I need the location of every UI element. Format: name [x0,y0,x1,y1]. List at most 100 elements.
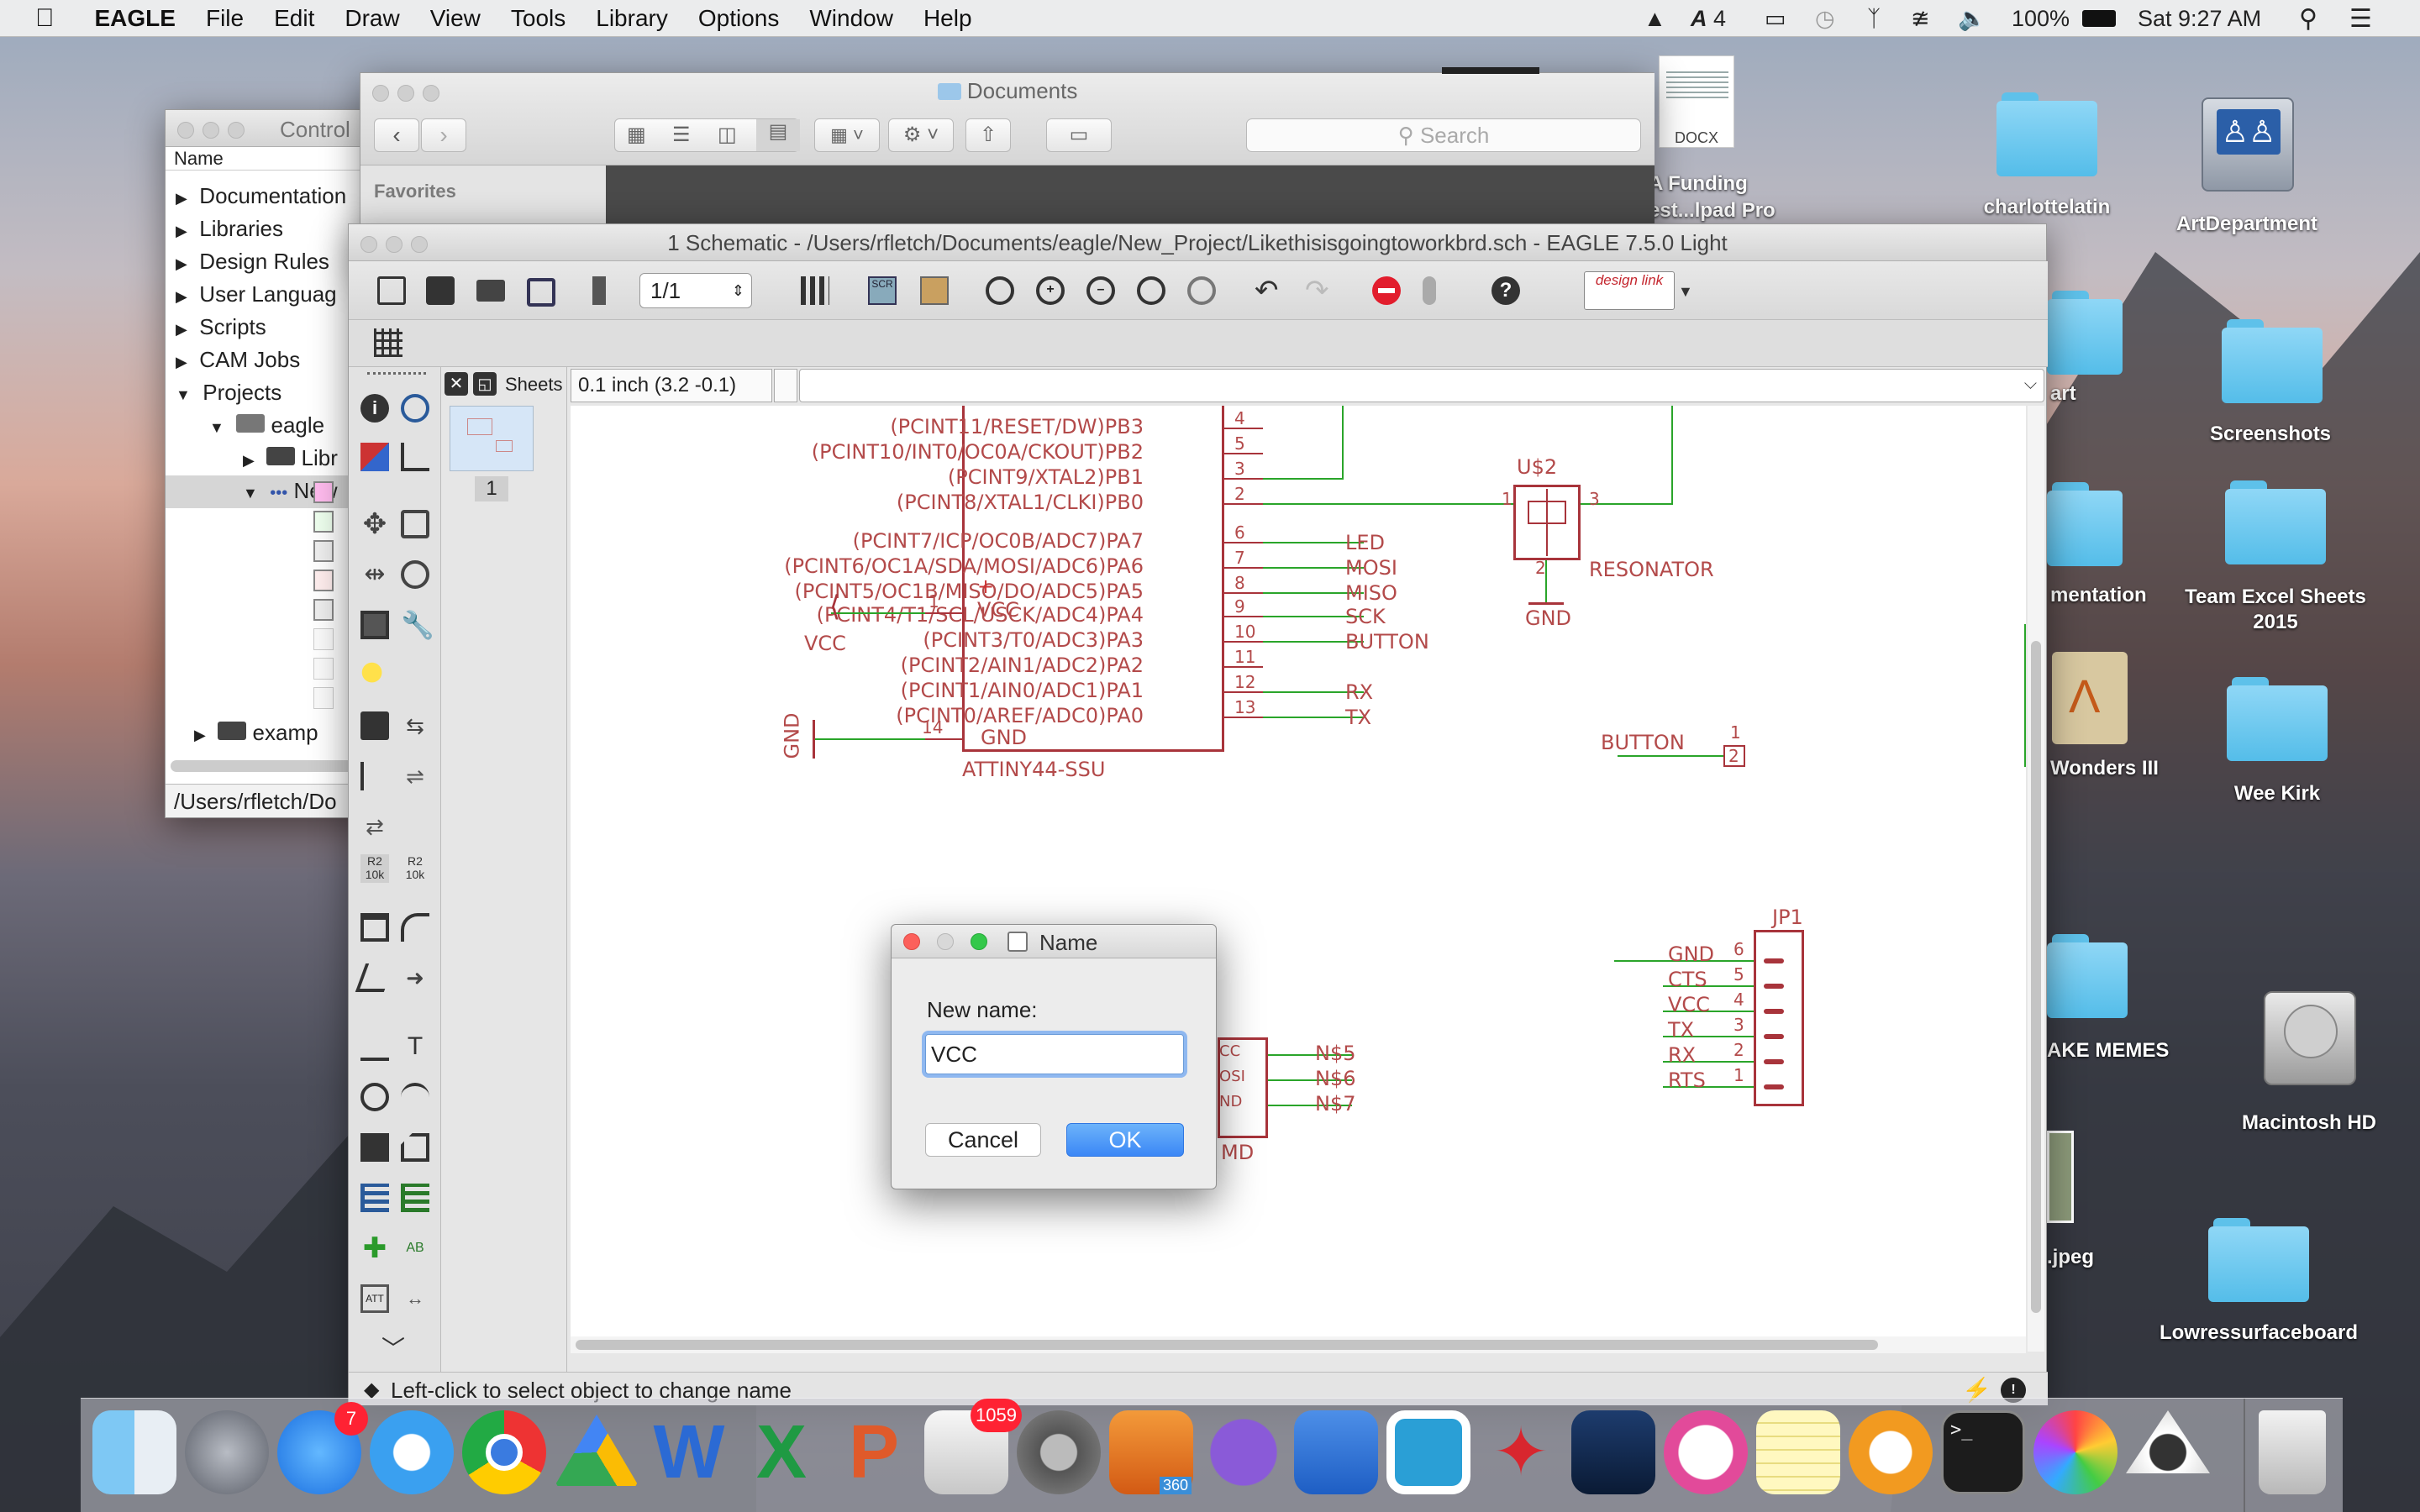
new-name-input[interactable]: VCC [925,1034,1184,1074]
net-label-n6[interactable]: N$6 [1315,1068,1356,1089]
vertical-scroll-thumb[interactable] [2031,641,2041,1313]
google-drive-icon[interactable] [555,1415,639,1486]
horizontal-scroll-thumb[interactable] [576,1340,1878,1350]
desktop-label-wonders[interactable]: Wonders III [2050,756,2202,781]
dialog-titlebar[interactable]: Name [892,925,1216,958]
help-icon[interactable]: ? [1491,276,1520,305]
label-icon[interactable]: AB [401,1234,429,1263]
ibooks-icon[interactable] [1849,1410,1933,1494]
wire-icon[interactable] [360,1032,389,1061]
vcc-symbol-label[interactable]: VCC [804,633,846,654]
cover-flow-icon[interactable]: ▤ [756,119,800,151]
forward-button[interactable]: › [421,118,466,152]
gnd-symbol-label[interactable]: GND [781,712,804,759]
tree-item-scripts[interactable]: ▶ Scripts [176,312,377,344]
net-label-led[interactable]: LED [1345,532,1385,554]
undo-icon[interactable]: ↶ [1255,276,1283,305]
folder-icon[interactable] [1996,92,2097,176]
board-file-icon[interactable] [313,599,334,621]
smash-icon[interactable] [360,913,389,942]
desktop-label-screenshots[interactable]: Screenshots [2170,422,2371,447]
resonator-symbol[interactable] [1513,485,1581,560]
finder-icon[interactable] [92,1410,176,1494]
back-button[interactable]: ‹ [374,118,419,152]
tree-item-new-project[interactable]: ▼ ••• New [166,475,377,508]
close-button[interactable] [903,933,920,950]
vcc-arrow-icon[interactable]: ⟨ [829,592,840,621]
trash-icon[interactable] [2259,1410,2326,1494]
net-wire[interactable] [1545,560,1547,604]
desktop-label-wee-kirk[interactable]: Wee Kirk [2176,781,2378,806]
stop-icon[interactable] [1372,276,1401,305]
change-wrench-icon[interactable]: 🔧 [401,611,434,639]
net-label-sck[interactable]: SCK [1345,606,1386,627]
rotate-icon[interactable] [401,560,429,589]
folder-icon[interactable] [2208,1218,2309,1302]
redo-icon[interactable]: ↷ [1305,276,1334,305]
go-icon[interactable] [1423,276,1436,305]
schematic-file-icon[interactable] [313,570,334,591]
github-icon[interactable] [1202,1410,1286,1494]
control-panel-titlebar[interactable]: Control [166,110,374,147]
horizontal-scrollbar[interactable] [571,1336,2026,1353]
file-icon[interactable] [313,628,334,650]
launchpad-icon[interactable] [185,1410,269,1494]
desktop-label-team-excel-sheets[interactable]: Team Excel Sheets 2015 [2175,585,2376,635]
terminal-icon[interactable]: >_ [1941,1410,2025,1494]
tags-icon[interactable]: ▭ [1046,118,1112,152]
inkscape-icon[interactable] [2126,1410,2210,1473]
menu-window[interactable]: Window [809,5,893,32]
view-mode-segment[interactable]: ▦ ☰ ◫ ▤ [614,118,800,152]
command-history-button[interactable] [774,369,797,402]
apple-menu-icon[interactable]:  [35,4,55,33]
desktop-label-ipad-pro[interactable]: est...lpad Pro [1649,198,1800,223]
eagle-icon[interactable]: ✦ [1479,1410,1563,1494]
desktop-label-lowressurfaceboard[interactable]: Lowressurfaceboard [2158,1320,2360,1346]
tree-item-cam-jobs[interactable]: ▶ CAM Jobs [176,344,377,377]
word-icon[interactable]: W [647,1410,731,1494]
value-tool-icon[interactable]: R2 10k [401,854,429,883]
time-machine-icon[interactable]: ◷ [1815,0,1835,37]
image-icon[interactable] [2047,1131,2074,1223]
script-icon[interactable]: SCR [868,276,897,305]
run-ulp-icon[interactable] [920,276,949,305]
net-label-rx[interactable]: RX [1345,681,1373,703]
minimize-button[interactable] [937,933,954,950]
chevron-down-icon[interactable]: ⌵ [2024,375,2037,394]
desktop-label-memes[interactable]: AKE MEMES [2047,1038,2198,1063]
board-file-icon[interactable] [313,511,334,533]
chevron-down-icon[interactable]: ▼ [1678,283,1693,301]
jp1-header-symbol[interactable] [1754,930,1804,1106]
desktop-label-mentation[interactable]: mentation [2050,583,2202,608]
net-wire[interactable] [1263,478,1344,480]
share-icon[interactable]: ⇧ [965,118,1011,152]
adobe-status-icon[interactable]: A 4 [1691,0,1726,37]
notification-center-icon[interactable]: ☰ [2349,0,2372,37]
net-wire[interactable] [1671,406,1673,505]
system-preferences-icon[interactable] [1017,1410,1101,1494]
tree-item-examples[interactable]: ▶ examp [194,720,318,746]
copy-icon[interactable] [401,510,429,538]
battery-icon[interactable] [2082,0,2116,37]
add-icon[interactable]: ⇆ [401,711,429,740]
battery-percent[interactable]: 100% [2012,0,2070,37]
bus-icon[interactable] [360,1184,389,1212]
clock[interactable]: Sat 9:27 AM [2138,0,2261,37]
name-tool-icon[interactable]: R2 10k [360,854,389,883]
zoom-button[interactable] [971,933,987,950]
hard-drive-icon[interactable] [2264,991,2356,1085]
display-layers-icon[interactable] [360,443,389,471]
print-icon[interactable] [476,280,505,302]
miter-icon[interactable] [401,913,429,942]
menu-options[interactable]: Options [698,5,780,32]
paste-icon[interactable] [360,661,389,690]
schematic-canvas[interactable]: (PCINT11/RESET/DW)PB3 (PCINT10/INT0/OC0A… [571,406,2026,1352]
minimize-button[interactable] [203,122,219,139]
close-sheets-icon[interactable]: ✕ [445,372,468,396]
net-label-miso[interactable]: MISO [1345,582,1397,604]
app-menu[interactable]: EAGLE [95,5,176,32]
sheet-thumbnail[interactable] [450,406,534,471]
polygon-icon[interactable] [401,1133,429,1162]
icon-view-icon[interactable]: ▦ [627,123,646,147]
bluetooth-icon[interactable]: ᛉ [1867,0,1881,37]
